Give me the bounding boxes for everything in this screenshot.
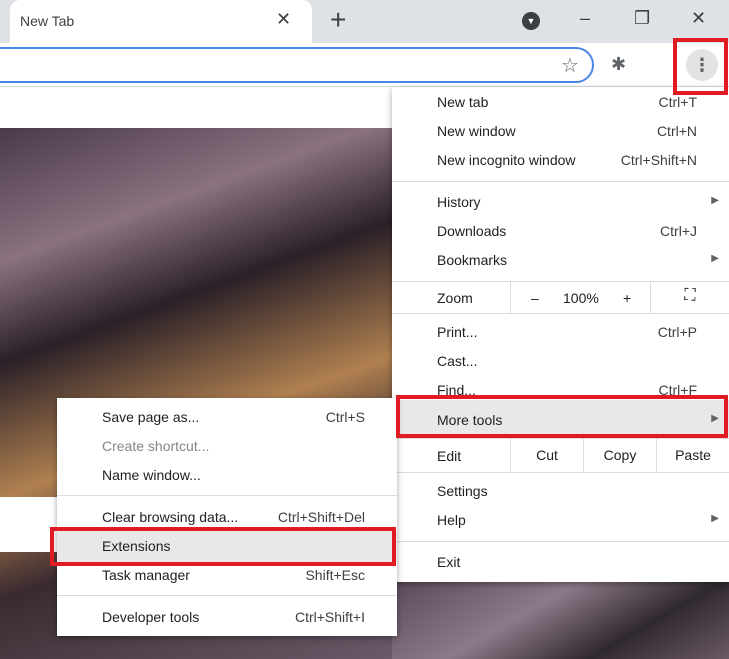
label: History bbox=[437, 194, 481, 210]
shortcut: Ctrl+N bbox=[656, 123, 697, 139]
page-area bbox=[0, 497, 57, 552]
edit-label: Edit bbox=[437, 448, 462, 464]
submenu-arrow-icon: ▶ bbox=[711, 513, 719, 524]
highlight-box-extensions bbox=[50, 527, 396, 566]
tab-search-icon[interactable]: ▼ bbox=[522, 12, 540, 30]
separator bbox=[392, 181, 729, 182]
label: Cast... bbox=[437, 353, 478, 369]
background-photo bbox=[392, 582, 729, 659]
label: Create shortcut... bbox=[102, 438, 210, 454]
paste-button[interactable]: Paste bbox=[656, 439, 729, 472]
label: Task manager bbox=[102, 567, 190, 583]
zoom-row: Zoom – 100% + ⛶ bbox=[392, 282, 729, 313]
label: Save page as... bbox=[102, 409, 200, 425]
shortcut: Ctrl+Shift+I bbox=[294, 609, 365, 625]
close-window-button[interactable]: ✕ bbox=[691, 8, 706, 29]
menu-item-help[interactable]: Help ▶ bbox=[392, 506, 729, 535]
menu-item-history[interactable]: History ▶ bbox=[392, 188, 729, 217]
separator bbox=[57, 495, 397, 496]
label: Exit bbox=[437, 554, 461, 570]
shortcut: Ctrl+J bbox=[660, 223, 697, 239]
address-bar[interactable] bbox=[0, 47, 594, 83]
highlight-box-menu-button bbox=[673, 38, 728, 95]
label: Downloads bbox=[437, 223, 507, 239]
separator bbox=[392, 313, 729, 314]
tab-title: New Tab bbox=[20, 13, 75, 29]
shortcut: Ctrl+P bbox=[657, 324, 697, 340]
zoom-value: 100% bbox=[563, 290, 599, 306]
menu-item-save-page[interactable]: Save page as... Ctrl+S bbox=[57, 403, 397, 432]
edit-row: Edit Cut Copy Paste bbox=[392, 439, 729, 472]
separator bbox=[392, 472, 729, 473]
menu-item-print[interactable]: Print... Ctrl+P bbox=[392, 318, 729, 347]
separator bbox=[57, 595, 397, 596]
fullscreen-button[interactable]: ⛶ bbox=[650, 282, 729, 313]
label: Developer tools bbox=[102, 609, 200, 625]
label: Settings bbox=[437, 483, 488, 499]
extensions-puzzle-icon[interactable]: ✱ bbox=[611, 54, 626, 75]
submenu-arrow-icon: ▶ bbox=[711, 195, 719, 206]
chrome-main-menu: New tab Ctrl+T New window Ctrl+N New incog… bbox=[392, 87, 729, 582]
zoom-out-button[interactable]: – bbox=[531, 290, 539, 306]
label: Print... bbox=[437, 324, 478, 340]
restore-button[interactable]: ❐ bbox=[634, 8, 650, 29]
submenu-arrow-icon: ▶ bbox=[711, 253, 719, 264]
more-tools-submenu: Save page as... Ctrl+S Create shortcut...… bbox=[57, 398, 397, 636]
zoom-in-button[interactable]: + bbox=[623, 290, 631, 306]
menu-item-name-window[interactable]: Name window... bbox=[57, 461, 397, 490]
highlight-box-more-tools bbox=[396, 395, 728, 438]
shortcut: Ctrl+S bbox=[325, 409, 365, 425]
minimize-button[interactable]: – bbox=[580, 8, 590, 29]
menu-item-developer-tools[interactable]: Developer tools Ctrl+Shift+I bbox=[57, 603, 397, 632]
shortcut: Ctrl+T bbox=[658, 94, 698, 110]
shortcut: Ctrl+Shift+Del bbox=[277, 509, 365, 525]
menu-item-incognito[interactable]: New incognito window Ctrl+Shift+N bbox=[392, 146, 729, 175]
separator bbox=[392, 541, 729, 542]
label: Clear browsing data... bbox=[102, 509, 239, 525]
menu-item-settings[interactable]: Settings bbox=[392, 477, 729, 506]
zoom-label: Zoom bbox=[437, 290, 473, 306]
label: New incognito window bbox=[437, 152, 576, 168]
menu-item-new-window[interactable]: New window Ctrl+N bbox=[392, 117, 729, 146]
new-tab-button[interactable]: + bbox=[330, 4, 346, 36]
tab-close-icon[interactable]: ✕ bbox=[276, 9, 291, 30]
label: New window bbox=[437, 123, 516, 139]
copy-button[interactable]: Copy bbox=[583, 439, 656, 472]
label: Name window... bbox=[102, 467, 201, 483]
shortcut: Ctrl+Shift+N bbox=[620, 152, 697, 168]
menu-item-create-shortcut[interactable]: Create shortcut... bbox=[57, 432, 397, 461]
shortcut: Shift+Esc bbox=[305, 567, 365, 583]
menu-item-exit[interactable]: Exit bbox=[392, 548, 729, 577]
bookmark-star-icon[interactable]: ☆ bbox=[561, 53, 579, 78]
cut-button[interactable]: Cut bbox=[510, 439, 583, 472]
label: Help bbox=[437, 512, 466, 528]
label: Bookmarks bbox=[437, 252, 508, 268]
menu-item-bookmarks[interactable]: Bookmarks ▶ bbox=[392, 246, 729, 275]
menu-item-downloads[interactable]: Downloads Ctrl+J bbox=[392, 217, 729, 246]
zoom-controls: – 100% + bbox=[510, 282, 650, 313]
label: New tab bbox=[437, 94, 489, 110]
menu-item-cast[interactable]: Cast... bbox=[392, 347, 729, 376]
